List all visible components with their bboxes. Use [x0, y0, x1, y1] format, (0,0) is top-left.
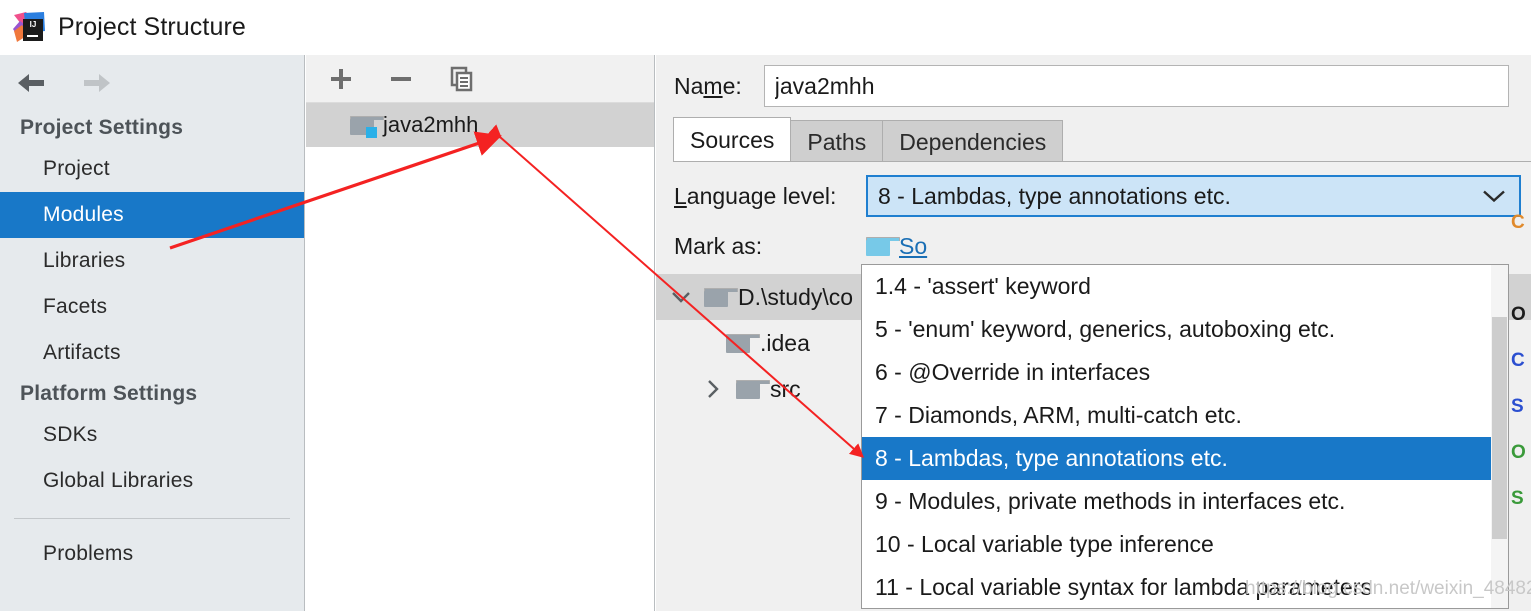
project-structure-window: IJ Project Structure Project Settings Pr…	[0, 0, 1531, 611]
sidebar-item-modules[interactable]: Modules	[0, 192, 304, 238]
sources-folder-icon	[866, 236, 900, 256]
dropdown-option-7[interactable]: 7 - Diamonds, ARM, multi-catch etc.	[862, 394, 1508, 437]
intellij-idea-logo-icon: IJ	[12, 11, 46, 45]
tab-dependencies[interactable]: Dependencies	[882, 120, 1064, 162]
chevron-down-icon[interactable]	[1481, 183, 1507, 210]
sidebar-item-sdks[interactable]: SDKs	[0, 412, 304, 458]
module-name-row: Name:	[656, 55, 1531, 117]
window-title-bar: IJ Project Structure	[0, 0, 1531, 55]
plus-icon[interactable]	[326, 64, 356, 94]
tree-row-label: D.\study\co	[738, 283, 854, 310]
dropdown-option-10[interactable]: 10 - Local variable type inference	[862, 523, 1508, 566]
sidebar-group-label: Project Settings	[20, 116, 184, 139]
sidebar-group-platform-settings: Platform Settings SDKs Global Libraries	[0, 376, 304, 504]
modules-toolbar	[306, 55, 654, 103]
sidebar-item-libraries[interactable]: Libraries	[0, 238, 304, 284]
module-item-label: java2mhh	[383, 112, 479, 137]
sidebar-item-artifacts[interactable]: Artifacts	[0, 330, 304, 376]
mark-as-label: Mark as:	[674, 232, 763, 259]
sidebar-group-project-settings: Project Settings Project Modules Librari…	[0, 110, 304, 376]
sidebar-item-problems[interactable]: Problems	[0, 531, 304, 577]
tab-paths[interactable]: Paths	[790, 120, 884, 162]
module-list-item-java2mhh[interactable]: java2mhh	[306, 103, 654, 147]
folder-icon	[704, 287, 738, 307]
mark-as-row: Mark as: So	[656, 222, 1531, 270]
minus-icon[interactable]	[386, 64, 416, 94]
obscured-right-content: C O C S O S	[1511, 212, 1526, 509]
language-level-combobox[interactable]: 8 - Lambdas, type annotations etc.	[866, 175, 1521, 217]
dropdown-option-1-4[interactable]: 1.4 - 'assert' keyword	[862, 265, 1508, 308]
settings-sidebar: Project Settings Project Modules Librari…	[0, 55, 305, 611]
dropdown-option-6[interactable]: 6 - @Override in interfaces	[862, 351, 1508, 394]
chevron-right-icon[interactable]	[700, 376, 726, 402]
tabs-underline	[673, 161, 1531, 162]
language-level-label: Language level:	[674, 182, 837, 209]
language-level-row: Language level: 8 - Lambdas, type annota…	[656, 170, 1531, 222]
dropdown-scrollbar[interactable]	[1491, 265, 1508, 608]
tab-sources[interactable]: Sources	[673, 117, 792, 162]
dropdown-option-8[interactable]: 8 - Lambdas, type annotations etc.	[862, 437, 1508, 480]
window-title: Project Structure	[58, 13, 246, 41]
tree-row-label: .idea	[760, 329, 810, 356]
copy-icon[interactable]	[446, 64, 476, 94]
dropdown-option-9[interactable]: 9 - Modules, private methods in interfac…	[862, 480, 1508, 523]
chevron-down-icon[interactable]	[668, 284, 694, 310]
folder-icon	[726, 333, 760, 353]
sidebar-nav-bar	[0, 55, 304, 110]
mark-as-sources-label: So	[899, 232, 928, 259]
detail-tabs: Sources Paths Dependencies	[656, 117, 1531, 162]
module-folder-icon	[350, 115, 384, 138]
tree-row-label: src	[770, 375, 801, 402]
sidebar-item-facets[interactable]: Facets	[0, 284, 304, 330]
back-arrow-icon[interactable]	[14, 69, 50, 97]
dropdown-option-5[interactable]: 5 - 'enum' keyword, generics, autoboxing…	[862, 308, 1508, 351]
sidebar-divider	[14, 518, 290, 519]
mark-as-sources-option[interactable]: So	[866, 233, 927, 260]
svg-text:IJ: IJ	[30, 20, 37, 29]
modules-list-panel: java2mhh	[306, 55, 655, 611]
language-level-selected-value: 8 - Lambdas, type annotations etc.	[878, 182, 1231, 209]
module-name-input[interactable]	[763, 65, 1509, 107]
module-name-label: Name:	[674, 72, 742, 99]
folder-icon	[736, 379, 770, 399]
forward-arrow-icon[interactable]	[78, 69, 114, 97]
watermark-text: https://blog.csdn.net/weixin_48482704	[1245, 578, 1531, 599]
sidebar-item-global-libraries[interactable]: Global Libraries	[0, 458, 304, 504]
dropdown-scrollbar-thumb[interactable]	[1492, 317, 1507, 539]
sidebar-group-label: Platform Settings	[20, 382, 198, 405]
sidebar-item-project[interactable]: Project	[0, 146, 304, 192]
language-level-dropdown[interactable]: 1.4 - 'assert' keyword 5 - 'enum' keywor…	[861, 264, 1509, 609]
